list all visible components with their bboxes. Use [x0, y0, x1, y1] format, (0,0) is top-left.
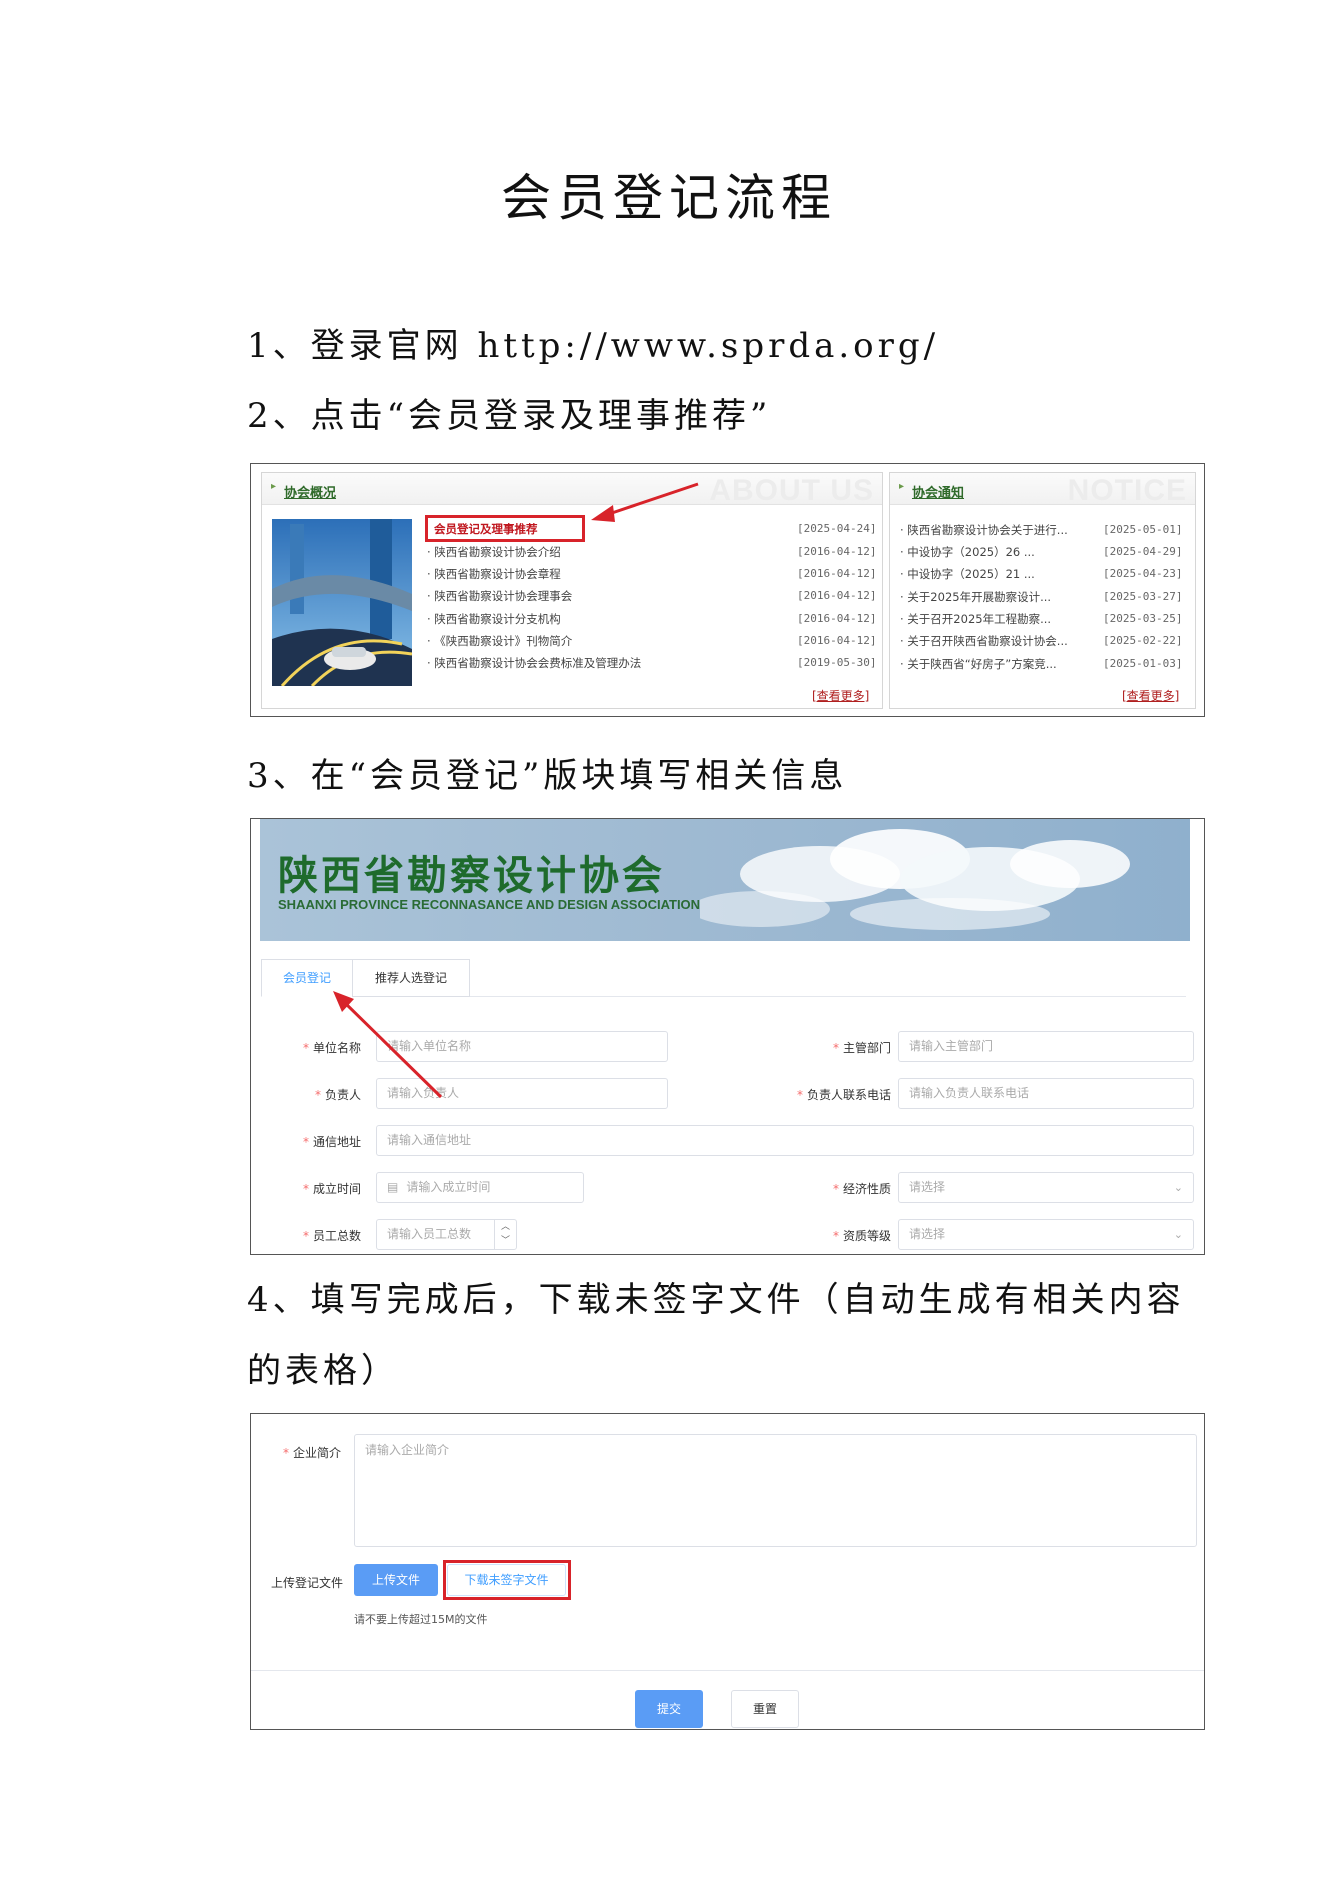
label-intro: * 企业简介 [282, 1446, 341, 1460]
step-4: 4、填写完成后，下载未签字文件（自动生成有相关内容 [247, 1280, 1185, 1320]
screenshot-register-form: 陕西省勘察设计协会 SHAANXI PROVINCE RECONNASANCE … [250, 818, 1205, 1255]
screenshot-homepage: ▸ 协会概况 ABOUT US 会员登记及理事推荐 [2025-04-24] ·… [250, 463, 1205, 717]
intro-textarea[interactable]: 请输入企业简介 [354, 1434, 1197, 1547]
screenshot-upload-section: * 企业简介 请输入企业简介 上传登记文件 上传文件 下载未签字文件 请不要上传超… [250, 1413, 1205, 1730]
pointer-arrow-icon [591, 482, 699, 522]
label-upload: 上传登记文件 [270, 1576, 343, 1590]
step-2: 2、点击“会员登录及理事推荐” [247, 396, 772, 436]
document-title: 会员登记流程 [501, 169, 837, 227]
upload-hint: 请不要上传超过15M的文件 [354, 1613, 488, 1626]
step-1: 1、登录官网 http://www.sprda.org/ [247, 326, 940, 366]
pointer-arrow-icon [333, 991, 443, 1099]
step-4-continued: 的表格） [247, 1351, 399, 1391]
step-3: 3、在“会员登记”版块填写相关信息 [247, 756, 848, 796]
footer-divider [251, 1670, 1204, 1671]
upload-file-button[interactable]: 上传文件 [354, 1564, 438, 1596]
highlight-box [443, 1560, 571, 1600]
reset-button[interactable]: 重置 [731, 1690, 799, 1728]
submit-button[interactable]: 提交 [635, 1690, 703, 1728]
